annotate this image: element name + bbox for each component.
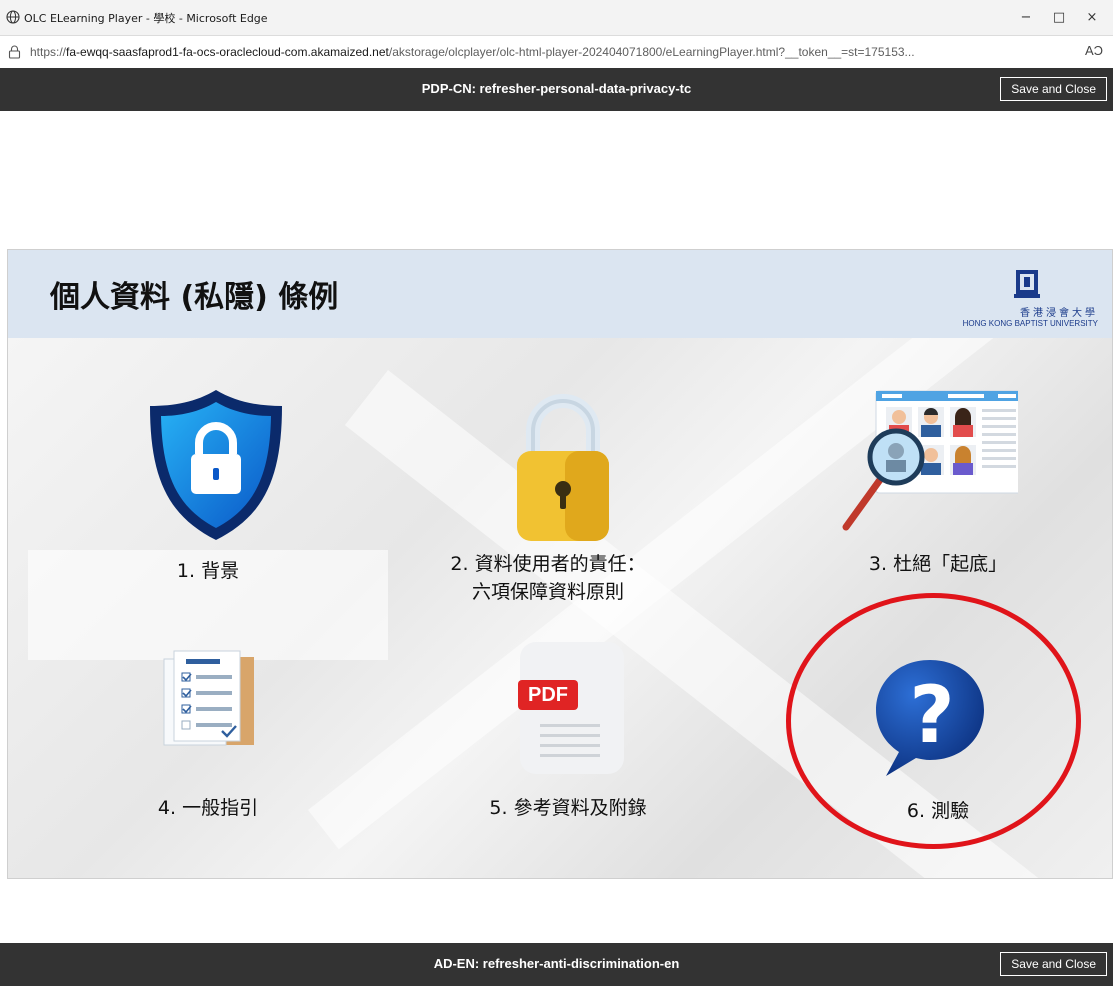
close-window-button[interactable]: ×: [1077, 6, 1107, 30]
menu-item-label: 1. 背景: [176, 560, 240, 582]
magnifier-profiles-icon: [842, 390, 1018, 531]
hkbu-logo: 香港浸會大學 HONG KONG BAPTIST UNIVERSITY: [938, 262, 1098, 332]
next-course-header-bar: AD-EN: refresher-anti-discrimination-en …: [0, 943, 1113, 986]
slide-title: 個人資料 (私隱) 條例: [50, 280, 339, 315]
window-title-bar: OLC ELearning Player - 學校 - Microsoft Ed…: [0, 0, 1113, 36]
pdf-label: PDF: [518, 680, 578, 710]
window-title: OLC ELearning Player - 學校 - Microsoft Ed…: [24, 12, 268, 25]
url-text[interactable]: https://fa-ewqq-saasfaprod1-fa-ocs-oracl…: [30, 45, 915, 59]
menu-item-label-line2: 六項保障資料原則: [471, 581, 624, 603]
read-aloud-icon[interactable]: AƆ: [1085, 43, 1103, 58]
menu-item-anti-doxxing[interactable]: 3. 杜絕「起底」: [823, 385, 1053, 595]
logo-english-name: HONG KONG BAPTIST UNIVERSITY: [962, 319, 1098, 328]
minimize-button[interactable]: −: [1011, 6, 1041, 30]
padlock-icon: [517, 394, 609, 541]
menu-item-general-guidelines[interactable]: 4. 一般指引: [108, 645, 308, 855]
globe-icon: [6, 10, 20, 24]
menu-item-data-user-responsibility[interactable]: 2. 資料使用者的責任： 六項保障資料原則: [418, 385, 678, 615]
hkbu-emblem-icon: [1014, 270, 1040, 298]
menu-item-label: 2. 資料使用者的責任：: [450, 553, 646, 575]
course-title: PDP-CN: refresher-personal-data-privacy-…: [421, 81, 692, 96]
annotation-circle: [786, 593, 1081, 849]
menu-item-label: 3. 杜絕「起底」: [868, 553, 1008, 575]
maximize-button[interactable]: □: [1044, 6, 1074, 30]
save-and-close-button[interactable]: Save and Close: [1000, 952, 1107, 976]
slide-header: 個人資料 (私隱) 條例 香港浸會大學 HONG KONG BAPTIST UN…: [8, 250, 1112, 338]
menu-item-label: 5. 參考資料及附錄: [489, 797, 647, 819]
menu-item-background[interactable]: 1. 背景: [108, 380, 308, 600]
course-title: AD-EN: refresher-anti-discrimination-en: [433, 956, 680, 971]
checklist-documents-icon: [163, 650, 254, 746]
course-header-bar: PDP-CN: refresher-personal-data-privacy-…: [0, 68, 1113, 111]
menu-item-references[interactable]: PDF 5. 參考資料及附錄: [438, 640, 668, 855]
page-info-icon[interactable]: [8, 45, 21, 59]
shield-lock-icon: [150, 390, 282, 540]
menu-item-label: 4. 一般指引: [157, 797, 259, 819]
save-and-close-button[interactable]: Save and Close: [1000, 77, 1107, 101]
address-bar[interactable]: https://fa-ewqq-saasfaprod1-fa-ocs-oracl…: [0, 37, 1113, 67]
logo-chinese-name: 香港浸會大學: [1020, 308, 1098, 319]
pdf-file-icon: PDF: [518, 642, 624, 774]
